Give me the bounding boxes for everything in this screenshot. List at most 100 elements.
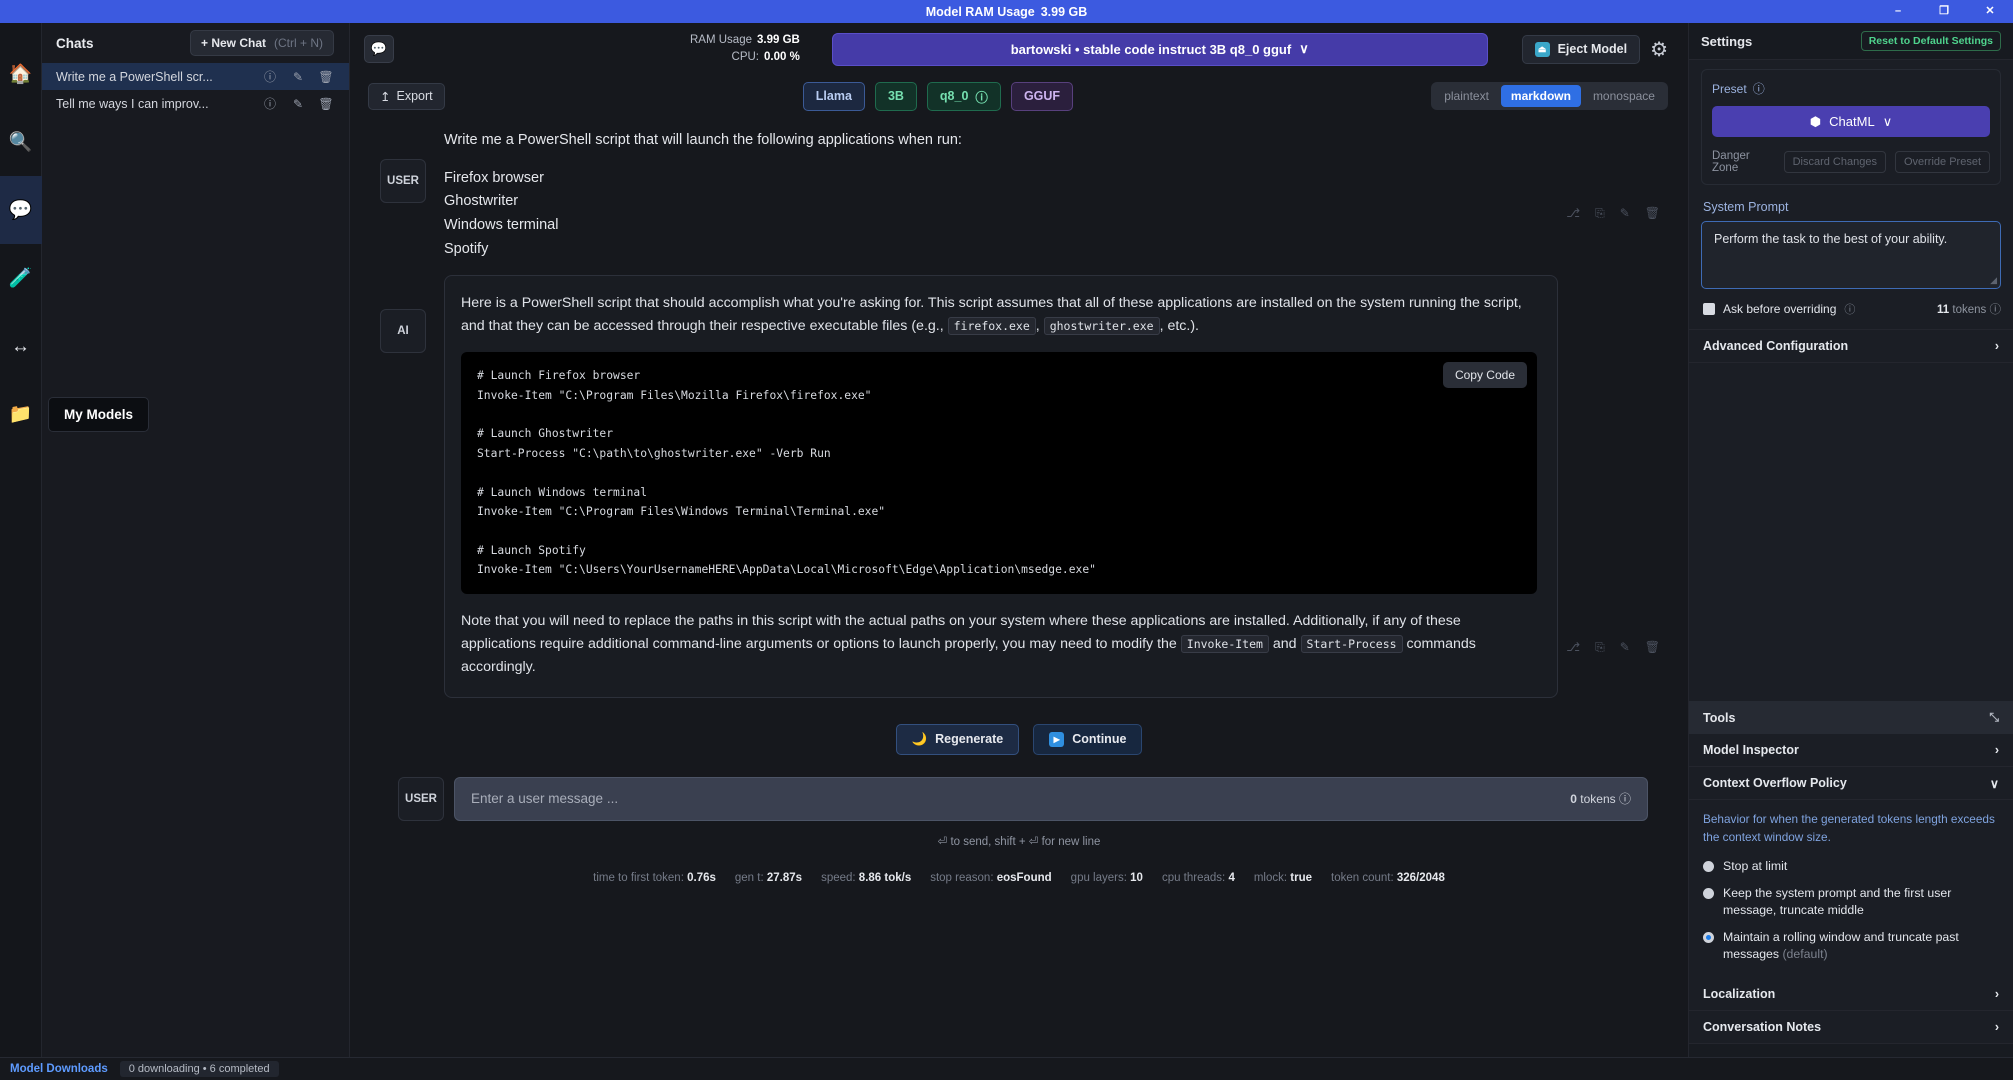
maximize-button[interactable]: ❐ <box>1921 0 1967 23</box>
gear-icon[interactable]: ⚙ <box>1650 37 1674 62</box>
resize-grip-icon[interactable]: ◢ <box>1990 275 1997 286</box>
expand-icon[interactable]: ⤡ <box>1989 710 1999 725</box>
info-icon[interactable]: ⓘ <box>259 68 281 85</box>
stat-speed: speed: 8.86 tok/s <box>821 872 911 884</box>
tab-plaintext[interactable]: plaintext <box>1434 85 1499 107</box>
delete-icon[interactable]: 🗑 <box>315 97 337 111</box>
preset-dropdown[interactable]: ⬢ ChatML ∨ <box>1712 106 1990 137</box>
model-inspector-label: Model Inspector <box>1703 743 1799 758</box>
context-overflow-policy-label: Context Overflow Policy <box>1703 776 1847 791</box>
model-inspector-row[interactable]: Model Inspector › <box>1689 734 2013 768</box>
cop-option-keep-system-prompt[interactable]: Keep the system prompt and the first use… <box>1689 882 2013 926</box>
info-icon[interactable]: ⓘ <box>1619 792 1631 806</box>
composer-token-count: 0 tokens ⓘ <box>1570 790 1631 807</box>
model-selector[interactable]: bartowski • stable code instruct 3B q8_0… <box>831 32 1488 66</box>
preset-value: ChatML <box>1829 114 1875 129</box>
main-column: 💬 RAM Usage 3.99 GB CPU: 0.00 % bartowski … <box>350 23 1688 1080</box>
test-tube-icon[interactable]: 🧪 <box>0 244 42 312</box>
discard-changes-button[interactable]: Discard Changes <box>1783 151 1886 173</box>
continue-label: Continue <box>1072 732 1127 747</box>
chevron-down-icon: ∨ <box>1882 113 1893 129</box>
window-titlebar: Model RAM Usage 3.99 GB – ❐ ✕ <box>0 0 2013 23</box>
resize-arrows-icon[interactable]: ↔ <box>0 312 42 380</box>
localization-row[interactable]: Localization › <box>1689 978 2013 1011</box>
info-icon[interactable]: ⓘ <box>259 95 281 112</box>
list-item[interactable]: Write me a PowerShell scr... ⓘ ✎ 🗑 <box>42 63 349 90</box>
badge-architecture: Llama <box>802 81 865 111</box>
delete-icon[interactable]: 🗑 <box>1645 206 1660 220</box>
edit-icon[interactable]: ✎ <box>1620 206 1630 220</box>
tab-monospace[interactable]: monospace <box>1583 85 1665 107</box>
new-chat-shortcut: (Ctrl + N) <box>274 36 323 50</box>
stat-mlock-label: mlock: <box>1253 871 1288 884</box>
message-input[interactable]: Enter a user message ... 0 tokens ⓘ <box>454 776 1648 821</box>
override-preset-button[interactable]: Override Preset <box>1894 151 1990 173</box>
system-prompt-input[interactable]: Perform the task to the best of your abi… <box>1701 221 2001 289</box>
regenerate-icon: 🌙 <box>911 731 928 746</box>
advanced-configuration-row[interactable]: Advanced Configuration › <box>1689 330 2013 363</box>
danger-zone-label: Danger Zone <box>1712 150 1750 174</box>
radio-button-selected[interactable] <box>1703 932 1714 944</box>
system-prompt-token-count: 11 tokens ⓘ <box>1937 301 2001 317</box>
list-item[interactable]: Tell me ways I can improv... ⓘ ✎ 🗑 <box>42 90 349 117</box>
ask-before-overriding-checkbox[interactable] <box>1703 303 1715 315</box>
new-chat-button[interactable]: + New Chat (Ctrl + N) <box>189 30 334 56</box>
preset-card: Preset ⓘ ⬢ ChatML ∨ Danger Zone Discard … <box>1701 69 2001 185</box>
reset-defaults-button[interactable]: Reset to Default Settings <box>1860 31 2001 51</box>
folder-icon[interactable]: 📁 <box>0 380 42 448</box>
cop-option-stop-at-limit[interactable]: Stop at limit <box>1689 855 2013 882</box>
radio-button[interactable] <box>1703 888 1714 900</box>
edit-icon[interactable]: ✎ <box>287 70 309 84</box>
ram-usage-label: RAM Usage <box>690 34 752 47</box>
app-shell: 🏠 🔍 💬 🧪 ↔ 📁 My Models 0.2.23 Chats + New… <box>0 23 2013 1080</box>
toggle-chat-panel-icon[interactable]: 💬 <box>364 35 394 63</box>
delete-icon[interactable]: 🗑 <box>315 70 337 84</box>
download-status-pill: 0 downloading • 6 completed <box>119 1061 279 1077</box>
search-icon[interactable]: 🔍 <box>0 108 42 176</box>
chat-title: Tell me ways I can improv... <box>56 96 209 111</box>
cop-option-label: Keep the system prompt and the first use… <box>1723 886 1952 917</box>
message-user: USER Write me a PowerShell script that w… <box>370 117 1668 261</box>
home-icon[interactable]: 🏠 <box>0 40 42 108</box>
context-overflow-policy-row[interactable]: Context Overflow Policy ∨ <box>1689 767 2013 801</box>
tab-markdown[interactable]: markdown <box>1500 85 1581 107</box>
chevron-right-icon: › <box>1994 743 1999 758</box>
copy-icon[interactable]: ⎘ <box>1595 206 1605 221</box>
badge-quantization: q8_0 ⓘ <box>926 81 1001 111</box>
stat-ttft-label: time to first token: <box>593 871 684 884</box>
regenerate-button[interactable]: 🌙 Regenerate <box>895 723 1020 755</box>
delete-icon[interactable]: 🗑 <box>1645 640 1660 654</box>
stat-gent-value: 27.87s <box>766 871 803 884</box>
info-icon[interactable]: ⓘ <box>1990 304 2002 316</box>
info-icon[interactable]: ⓘ <box>975 87 988 106</box>
generation-stats: time to first token: 0.76s gen t: 27.87s… <box>370 848 1668 884</box>
info-icon[interactable]: ⓘ <box>1753 80 1765 97</box>
stat-mlock: mlock: true <box>1254 872 1312 884</box>
chat-icon[interactable]: 💬 <box>0 176 42 244</box>
branch-icon[interactable]: ⎇ <box>1566 206 1580 220</box>
stat-token-count-value: 326/2048 <box>1396 871 1445 884</box>
edit-icon[interactable]: ✎ <box>287 97 309 111</box>
continue-button[interactable]: ▶ Continue <box>1033 723 1143 755</box>
settings-panel: Settings Reset to Default Settings Prese… <box>1688 23 2013 1080</box>
model-downloads-label[interactable]: Model Downloads <box>10 1063 108 1075</box>
edit-icon[interactable]: ✎ <box>1620 640 1630 654</box>
user-message-app: Ghostwriter <box>444 193 519 210</box>
export-button[interactable]: ↥ Export <box>368 82 445 110</box>
radio-button[interactable] <box>1703 860 1714 872</box>
close-button[interactable]: ✕ <box>1967 0 2013 23</box>
minimize-button[interactable]: – <box>1875 0 1921 23</box>
token-number: 11 <box>1937 304 1950 316</box>
copy-icon[interactable]: ⎘ <box>1595 640 1605 655</box>
copy-code-button[interactable]: Copy Code <box>1442 362 1527 389</box>
chat-list-panel: Chats + New Chat (Ctrl + N) Write me a P… <box>42 23 350 1080</box>
info-icon[interactable]: ⓘ <box>1844 301 1855 317</box>
eject-model-button[interactable]: ⏏ Eject Model <box>1521 34 1641 64</box>
token-label: tokens <box>1952 304 1987 316</box>
user-message-app: Firefox browser <box>444 169 544 186</box>
code-block-content: # Launch Firefox browser Invoke-Item "C:… <box>477 369 1096 577</box>
my-models-tooltip: My Models <box>48 397 150 432</box>
branch-icon[interactable]: ⎇ <box>1566 640 1580 654</box>
conversation-notes-row[interactable]: Conversation Notes › <box>1689 1011 2013 1044</box>
cop-option-rolling-window[interactable]: Maintain a rolling window and truncate p… <box>1689 926 2013 970</box>
